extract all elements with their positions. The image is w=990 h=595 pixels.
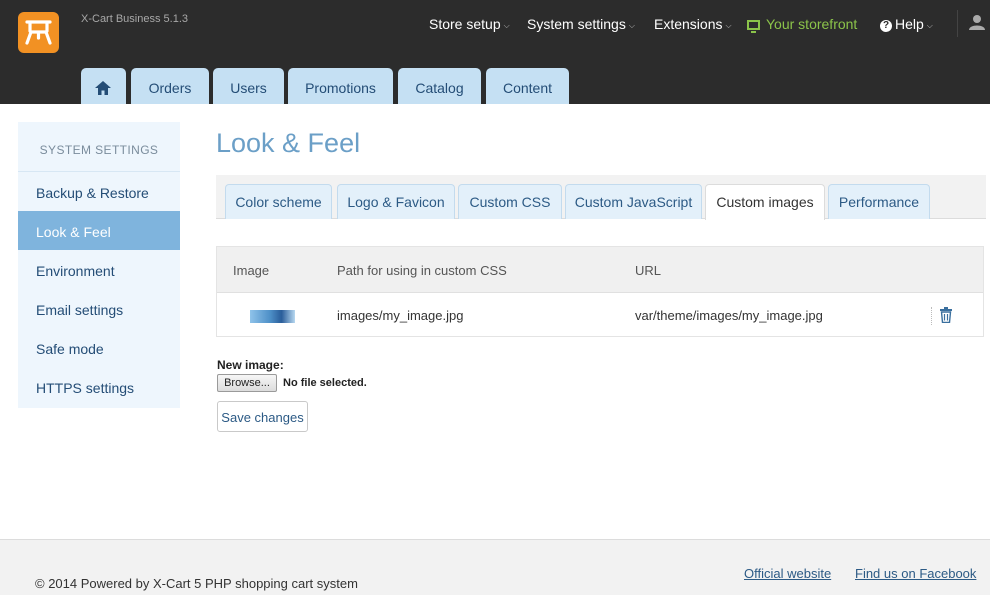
monitor-icon bbox=[747, 20, 760, 33]
sidebar-title: SYSTEM SETTINGS bbox=[18, 122, 180, 172]
home-icon bbox=[95, 81, 111, 95]
tab-performance[interactable]: Performance bbox=[828, 184, 930, 219]
system-settings-label: System settings bbox=[527, 16, 626, 32]
new-image-label: New image: bbox=[217, 358, 284, 372]
sidebar-item-email-settings[interactable]: Email settings bbox=[18, 289, 180, 328]
tab-promotions[interactable]: Promotions bbox=[288, 68, 393, 104]
chevron-down-icon: ⌵ bbox=[725, 21, 732, 30]
image-path: images/my_image.jpg bbox=[337, 308, 464, 323]
tab-logo-favicon[interactable]: Logo & Favicon bbox=[337, 184, 455, 219]
sidebar-item-look-feel[interactable]: Look & Feel bbox=[18, 211, 180, 250]
sidebar-item-safe-mode[interactable]: Safe mode bbox=[18, 328, 180, 367]
settings-sidebar: SYSTEM SETTINGS Backup & Restore Look & … bbox=[18, 122, 180, 408]
storefront-label: Your storefront bbox=[766, 16, 858, 32]
store-setup-label: Store setup bbox=[429, 16, 501, 32]
column-header-url: URL bbox=[635, 263, 662, 278]
file-status: No file selected. bbox=[283, 377, 367, 389]
image-url: var/theme/images/my_image.jpg bbox=[635, 308, 823, 323]
sidebar-item-https-settings[interactable]: HTTPS settings bbox=[18, 367, 180, 406]
tab-orders[interactable]: Orders bbox=[131, 68, 209, 104]
tab-users[interactable]: Users bbox=[213, 68, 284, 104]
page-title: Look & Feel bbox=[216, 128, 361, 158]
official-website-link[interactable]: Official website bbox=[744, 566, 831, 581]
header-divider bbox=[957, 10, 958, 37]
store-setup-menu[interactable]: Store setup ⌵ bbox=[429, 16, 510, 32]
tab-color-scheme[interactable]: Color scheme bbox=[225, 184, 332, 219]
table-row: images/my_image.jpg var/theme/images/my_… bbox=[217, 293, 983, 337]
chevron-down-icon: ⌵ bbox=[926, 21, 933, 30]
tab-home[interactable] bbox=[81, 68, 126, 104]
system-settings-menu[interactable]: System settings ⌵ bbox=[527, 16, 635, 32]
column-header-image: Image bbox=[233, 263, 270, 278]
extensions-menu[interactable]: Extensions ⌵ bbox=[654, 16, 732, 32]
chevron-down-icon: ⌵ bbox=[628, 21, 635, 30]
tab-catalog[interactable]: Catalog bbox=[398, 68, 481, 104]
trash-icon[interactable] bbox=[939, 307, 953, 326]
subtabs-bar: Color scheme Logo & Favicon Custom CSS C… bbox=[216, 175, 986, 220]
save-changes-button[interactable]: Save changes bbox=[217, 401, 308, 432]
tab-custom-javascript[interactable]: Custom JavaScript bbox=[565, 184, 702, 219]
row-action-divider bbox=[931, 307, 932, 325]
extensions-label: Extensions bbox=[654, 16, 723, 32]
sidebar-item-backup-restore[interactable]: Backup & Restore bbox=[18, 172, 180, 211]
facebook-link[interactable]: Find us on Facebook bbox=[855, 566, 976, 581]
column-header-path: Path for using in custom CSS bbox=[337, 263, 507, 278]
image-thumbnail[interactable] bbox=[250, 310, 295, 323]
copyright-text: © 2014 Powered by X-Cart 5 PHP shopping … bbox=[35, 576, 358, 591]
table-header: Image Path for using in custom CSS URL bbox=[217, 247, 983, 293]
tab-content[interactable]: Content bbox=[486, 68, 569, 104]
user-icon[interactable] bbox=[969, 14, 985, 33]
tab-custom-images[interactable]: Custom images bbox=[705, 184, 825, 220]
xcart-logo[interactable] bbox=[18, 12, 59, 53]
top-header: X-Cart Business 5.1.3 Store setup ⌵ Syste… bbox=[0, 0, 990, 104]
help-label: Help bbox=[895, 16, 924, 32]
page-footer: © 2014 Powered by X-Cart 5 PHP shopping … bbox=[0, 539, 990, 595]
browse-button[interactable]: Browse... bbox=[217, 374, 277, 392]
product-version: X-Cart Business 5.1.3 bbox=[81, 13, 188, 25]
sidebar-item-environment[interactable]: Environment bbox=[18, 250, 180, 289]
custom-images-table: Image Path for using in custom CSS URL i… bbox=[216, 246, 984, 337]
storefront-link[interactable]: Your storefront bbox=[747, 16, 858, 33]
question-circle-icon: ? bbox=[880, 20, 892, 32]
chevron-down-icon: ⌵ bbox=[503, 21, 510, 30]
help-menu[interactable]: ? Help ⌵ bbox=[880, 16, 933, 33]
tab-custom-css[interactable]: Custom CSS bbox=[458, 184, 562, 219]
